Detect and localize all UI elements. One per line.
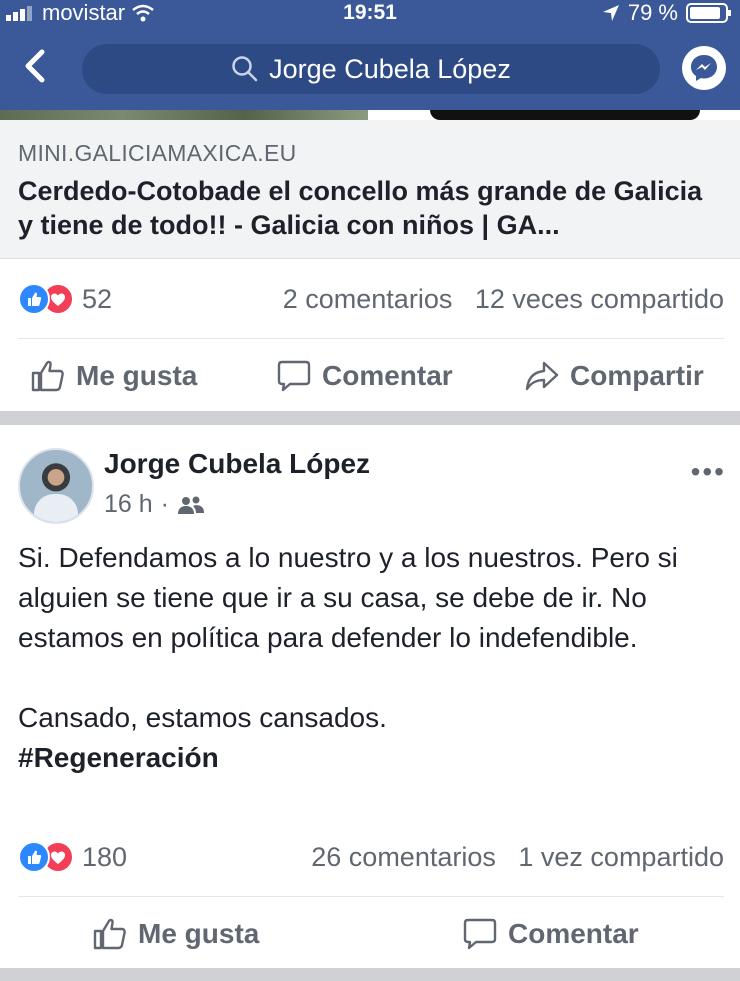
post-paragraph: Cansado, estamos cansados. — [18, 702, 387, 733]
like-button[interactable]: Me gusta — [30, 348, 197, 404]
back-button[interactable] — [20, 46, 56, 86]
post2-stats: 26 comentarios 1 vez compartido — [311, 842, 724, 873]
comments-count[interactable]: 26 comentarios — [311, 842, 496, 872]
reaction-count: 52 — [82, 283, 113, 314]
post-body: Si. Defendamos a lo nuestro y a los nues… — [18, 538, 728, 778]
share-arrow-icon — [525, 361, 559, 391]
search-bar[interactable]: Jorge Cubela López — [82, 44, 660, 94]
search-query: Jorge Cubela López — [269, 53, 511, 84]
post-meta: 16 h · — [104, 490, 205, 519]
shared-link-card[interactable]: MINI.GALICIAMAXICA.EU Cerdedo-Cotobade e… — [0, 120, 740, 259]
like-reaction-icon — [18, 283, 50, 315]
link-title: Cerdedo-Cotobade el concello más grande … — [18, 176, 703, 240]
search-icon — [232, 56, 258, 82]
battery-percent: 79 % — [627, 0, 678, 25]
feed-separator — [0, 968, 740, 981]
top-nav-bar: Jorge Cubela López — [0, 26, 740, 110]
status-bar: movistar 19:51 79 % — [0, 0, 740, 26]
comments-count[interactable]: 2 comentarios — [283, 284, 453, 314]
comment-bubble-icon — [277, 360, 311, 392]
post-paragraph: Si. Defendamos a lo nuestro y a los nues… — [18, 542, 678, 653]
post2-action-bar: Me gusta Comentar — [0, 906, 740, 962]
post1-reactions[interactable]: 52 — [18, 283, 113, 315]
thumbs-up-icon — [93, 918, 126, 950]
divider — [18, 896, 724, 897]
post-time[interactable]: 16 h — [104, 490, 153, 519]
shares-count[interactable]: 12 veces compartido — [475, 284, 724, 314]
more-options-button[interactable]: ••• — [691, 456, 726, 488]
preview-graphic — [430, 110, 700, 120]
back-chevron-icon — [25, 49, 45, 83]
shares-count[interactable]: 1 vez compartido — [518, 842, 724, 872]
divider — [18, 338, 724, 339]
comment-label: Comentar — [508, 918, 639, 949]
link-preview-image[interactable] — [0, 110, 740, 120]
share-label: Compartir — [570, 360, 704, 391]
comment-button[interactable]: Comentar — [276, 348, 453, 404]
messenger-icon — [691, 55, 717, 81]
hashtag-link[interactable]: #Regeneración — [18, 738, 728, 778]
like-button[interactable]: Me gusta — [92, 906, 259, 962]
status-right: 79 % — [602, 0, 732, 26]
battery-icon — [686, 3, 731, 23]
reaction-count: 180 — [82, 841, 128, 872]
post1-action-bar: Me gusta Comentar Compartir — [0, 348, 740, 404]
like-label: Me gusta — [138, 918, 260, 949]
comment-button[interactable]: Comentar — [462, 906, 639, 962]
author-name[interactable]: Jorge Cubela López — [104, 448, 370, 480]
comment-bubble-icon — [463, 918, 497, 950]
post2-reactions[interactable]: 180 — [18, 841, 128, 873]
share-button[interactable]: Compartir — [524, 348, 704, 404]
link-domain: MINI.GALICIAMAXICA.EU — [18, 140, 297, 166]
preview-photo — [0, 110, 368, 120]
location-arrow-icon — [602, 5, 619, 21]
thumbs-up-icon — [31, 360, 64, 392]
messenger-button[interactable] — [682, 46, 726, 90]
post1-stats: 2 comentarios 12 veces compartido — [283, 284, 724, 315]
friends-audience-icon[interactable] — [177, 495, 205, 515]
comment-label: Comentar — [322, 360, 453, 391]
feed-separator — [0, 411, 740, 425]
author-avatar[interactable] — [18, 448, 94, 524]
like-reaction-icon — [18, 841, 50, 873]
meta-dot: · — [160, 490, 169, 518]
like-label: Me gusta — [76, 360, 198, 391]
